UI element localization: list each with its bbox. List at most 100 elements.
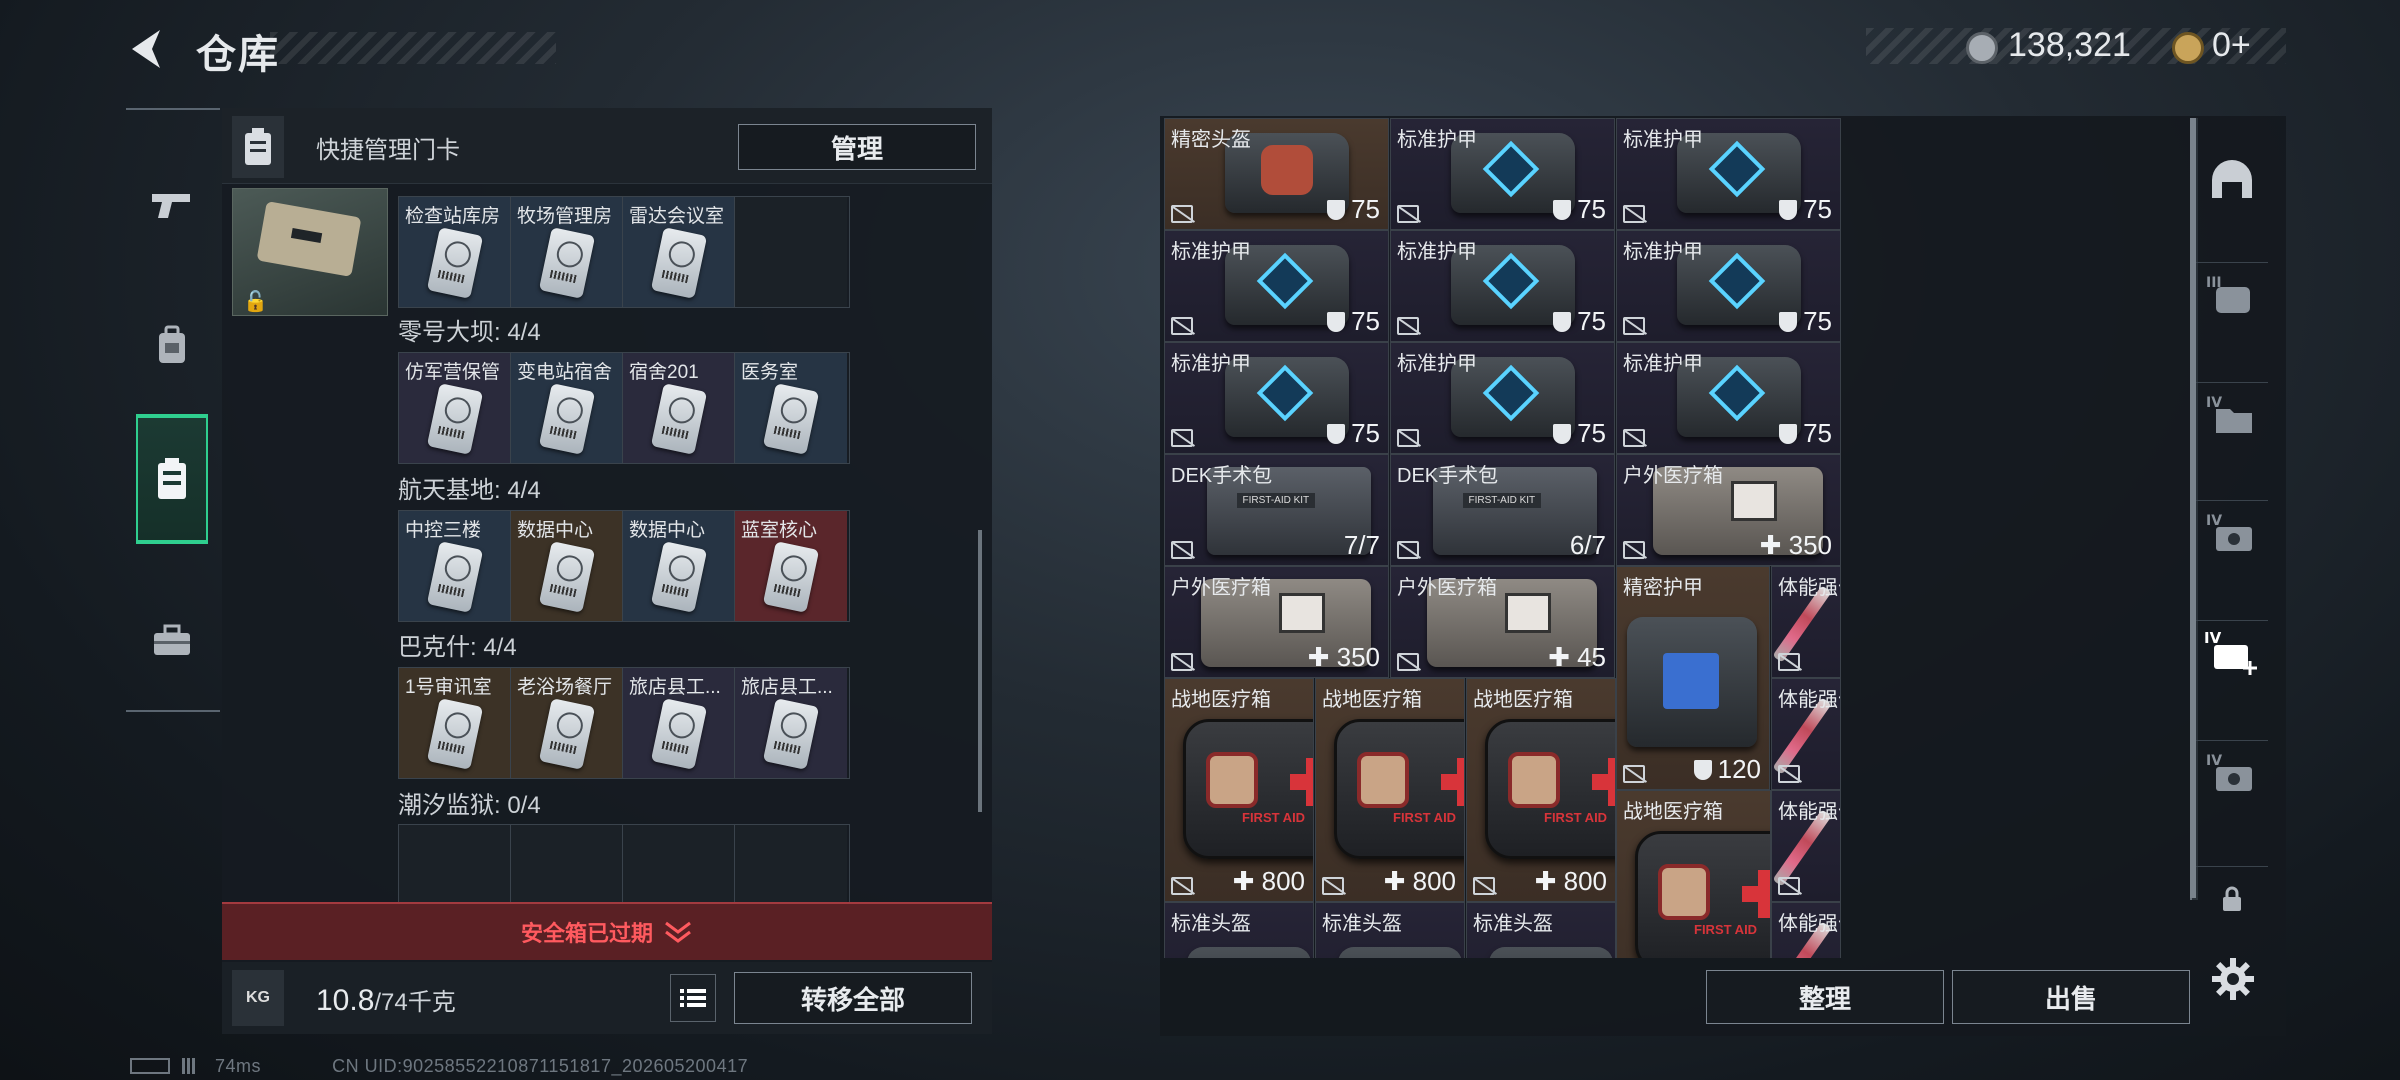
tier4-add-tab[interactable]: IV: [2196, 620, 2268, 684]
stash-item[interactable]: 体能强化剂: [1771, 902, 1841, 958]
stash-item[interactable]: 标准护甲 75: [1390, 230, 1615, 342]
item-name: 标准护甲: [1397, 129, 1477, 151]
map-section-title: 航天基地: 4/4: [398, 477, 541, 504]
healing-plus-icon: ✚: [1534, 866, 1564, 896]
keycard-image: [762, 383, 820, 455]
keycard-image: [538, 541, 596, 613]
tier4-add-icon: IV: [2204, 629, 2257, 675]
keycard-slot[interactable]: 医务室: [735, 353, 847, 463]
stash-item[interactable]: DEK手术包 6/7: [1390, 454, 1615, 566]
keycard-tab[interactable]: [136, 414, 208, 544]
durability-shield-icon: [1779, 424, 1798, 444]
transfer-all-button[interactable]: 转移全部: [734, 972, 972, 1024]
keycard-slot[interactable]: 中控三楼: [399, 511, 511, 621]
keycard-slot[interactable]: 宿舍201: [623, 353, 735, 463]
keycard-slot[interactable]: 雷达会议室: [623, 197, 735, 307]
stash-item[interactable]: 户外医疗箱 ✚ 45: [1390, 566, 1615, 678]
weapon-tab[interactable]: [136, 170, 208, 240]
list-view-button[interactable]: [670, 974, 716, 1022]
no-trade-icon: [1778, 765, 1800, 783]
stash-item[interactable]: 精密护甲 120: [1616, 566, 1770, 790]
map-section-title: 潮汐监狱: 0/4: [398, 792, 541, 819]
durability-shield-icon: [1327, 312, 1346, 332]
keycard-image: [762, 541, 820, 613]
keycard-label: 旅店县工...: [629, 677, 721, 698]
stash-item[interactable]: 标准头盔: [1164, 902, 1314, 958]
stash-item[interactable]: 体能强化剂: [1771, 566, 1841, 678]
stash-item[interactable]: 体能强化剂: [1771, 678, 1841, 790]
helmet-image: [1338, 947, 1462, 958]
manage-button[interactable]: 管理: [738, 124, 976, 170]
keycard-slot[interactable]: 旅店县工...: [623, 668, 735, 778]
stash-item[interactable]: 户外医疗箱 ✚ 350: [1164, 566, 1389, 678]
stash-item[interactable]: 精密头盔 75: [1164, 118, 1389, 230]
tier3-armor-tab[interactable]: III: [2196, 262, 2268, 326]
stash-item[interactable]: DEK手术包 7/7: [1164, 454, 1389, 566]
helmet-tab[interactable]: [2196, 148, 2268, 212]
stash-item[interactable]: FIRST AID 战地医疗箱 ✚ 800: [1164, 678, 1314, 902]
stash-item[interactable]: 标准护甲 75: [1390, 342, 1615, 454]
keycard-image: [426, 698, 484, 770]
backpack-tab[interactable]: [136, 300, 208, 390]
svg-text:IV: IV: [2206, 513, 2222, 529]
premium-balance[interactable]: 0+: [2212, 26, 2251, 65]
panel-scrollbar[interactable]: [978, 530, 982, 812]
stash-item[interactable]: FIRST AID 战地医疗箱 ✚ 800: [1315, 678, 1465, 902]
keycard-slot[interactable]: 老浴场餐厅: [511, 668, 623, 778]
tier4-folder-tab[interactable]: IV: [2196, 382, 2268, 446]
stash-grid: 精密头盔 75 标准护甲 75 标准护甲 75 标准护甲 75 标准护甲 75 标准护甲 75 标准护甲…: [1164, 118, 2176, 958]
tier4-camera-tab[interactable]: IV: [2196, 500, 2268, 564]
stash-item[interactable]: 体能强化剂: [1771, 790, 1841, 902]
keycard-row: 仿军营保管 变电站宿舍 宿舍201 医务室: [398, 352, 850, 464]
stash-item[interactable]: 标准护甲 75: [1164, 342, 1389, 454]
stash-item[interactable]: FIRST AID 战地医疗箱: [1616, 790, 1771, 958]
keycard-case-icon: [232, 116, 284, 178]
durability-shield-icon: [1553, 424, 1572, 444]
keycard-image: [426, 541, 484, 613]
stash-item[interactable]: 标准护甲 75: [1164, 230, 1389, 342]
stash-item[interactable]: 标准护甲 75: [1616, 342, 1841, 454]
keycard-slot[interactable]: 牧场管理房: [511, 197, 623, 307]
stash-item[interactable]: 标准护甲 75: [1616, 118, 1841, 230]
keycard-slot[interactable]: 数据中心: [623, 511, 735, 621]
item-value-text: 800: [1563, 866, 1607, 896]
keycard-slot[interactable]: 检查站库房: [399, 197, 511, 307]
no-trade-icon: [1778, 653, 1800, 671]
keycard-slot[interactable]: 数据中心: [511, 511, 623, 621]
keycard-slot[interactable]: 旅店县工...: [735, 668, 847, 778]
no-trade-icon: [1473, 877, 1495, 895]
keycard-slot[interactable]: 变电站宿舍: [511, 353, 623, 463]
armor-emblem: [1708, 364, 1765, 422]
keycard-slot[interactable]: 1号审讯室: [399, 668, 511, 778]
sort-button[interactable]: 整理: [1706, 970, 1944, 1024]
tier4-camera-icon: IV: [2206, 513, 2252, 551]
keycard-slot[interactable]: 仿军营保管: [399, 353, 511, 463]
keycard-case-thumbnail[interactable]: 🔓: [232, 188, 388, 316]
red-cross-icon: [1742, 870, 1770, 918]
safebox-expired-banner[interactable]: 安全箱已过期: [222, 902, 992, 960]
stash-item[interactable]: 标准护甲 75: [1616, 230, 1841, 342]
keycard-slot[interactable]: [735, 197, 847, 307]
settings-button[interactable]: [2206, 952, 2260, 1006]
item-value-text: 75: [1803, 306, 1832, 336]
stash-item[interactable]: FIRST AID 战地医疗箱 ✚ 800: [1466, 678, 1616, 902]
sell-button[interactable]: 出售: [1952, 970, 2190, 1024]
keycard-slot[interactable]: 蓝室核心: [735, 511, 847, 621]
item-value: ✚ 350: [1760, 530, 1832, 561]
stash-item[interactable]: 标准头盔: [1466, 902, 1616, 958]
signal-icon: [181, 1058, 200, 1074]
stash-item[interactable]: 户外医疗箱 ✚ 350: [1616, 454, 1841, 566]
item-value-text: 6/7: [1569, 530, 1606, 560]
keycard-label: 中控三楼: [405, 520, 482, 541]
helmet-image: [1489, 947, 1613, 958]
stash-item[interactable]: 标准头盔: [1315, 902, 1465, 958]
back-button[interactable]: [124, 24, 174, 74]
stash-item[interactable]: 标准护甲 75: [1390, 118, 1615, 230]
tier4-camera-tab-2[interactable]: IV: [2196, 740, 2268, 804]
locked-tab[interactable]: [2196, 866, 2268, 930]
item-name: 战地医疗箱: [1322, 689, 1422, 711]
toolbox-tab[interactable]: [136, 600, 208, 680]
keycard-image: [650, 541, 708, 613]
no-trade-icon: [1397, 205, 1419, 223]
coin-icon: [1966, 32, 1998, 64]
